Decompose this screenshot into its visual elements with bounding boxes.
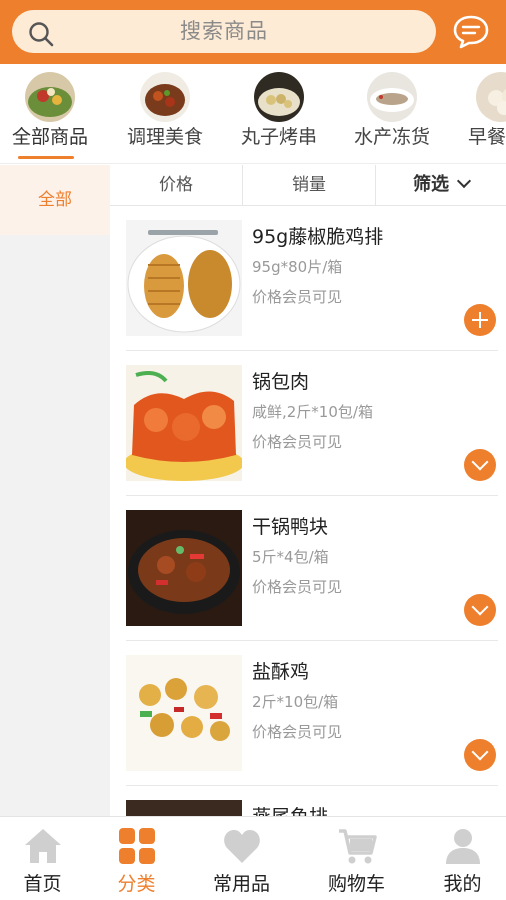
tab-category[interactable]: 分类 <box>86 817 187 900</box>
chevron-down-icon <box>471 743 489 761</box>
category-thumbnail <box>140 72 190 122</box>
product-name: 干锅鸭块 <box>252 516 329 538</box>
add-to-cart-button[interactable] <box>464 304 496 336</box>
expand-options-button[interactable] <box>464 739 496 771</box>
search-placeholder: 搜索商品 <box>180 19 268 43</box>
product-price: 价格会员可见 <box>252 578 343 596</box>
product-spec: 咸鲜,2斤*10包/箱 <box>252 403 373 421</box>
top-header: 搜索商品 <box>0 0 506 64</box>
filter-label: 筛选 <box>413 174 449 195</box>
subcategory-sidebar: 全部 <box>0 165 110 816</box>
category-label: 调理美食 <box>126 126 203 148</box>
product-item[interactable]: 干锅鸭块 5斤*4包/箱 价格会员可见 <box>110 496 506 641</box>
filter-button[interactable]: 筛选 <box>376 165 506 205</box>
product-image <box>126 220 242 336</box>
category-label: 早餐 <box>468 126 506 148</box>
sort-by-sales[interactable]: 销量 <box>243 165 376 205</box>
product-list: 95g藤椒脆鸡排 95g*80片/箱 价格会员可见 锅包肉 咸鲜,2斤*10包/… <box>110 206 506 816</box>
product-image <box>126 800 242 816</box>
product-image <box>126 365 242 481</box>
product-name: 锅包肉 <box>252 371 310 393</box>
product-name: 燕尾鱼排 <box>252 802 328 816</box>
search-input[interactable]: 搜索商品 <box>12 10 436 53</box>
tab-cart[interactable]: 购物车 <box>306 817 407 900</box>
category-tab-seafood[interactable]: 水产冻货 <box>337 64 447 163</box>
chevron-down-icon <box>471 453 489 471</box>
product-image <box>126 510 242 626</box>
category-tab-breakfast[interactable]: 早餐 <box>446 64 506 163</box>
cart-icon <box>338 829 377 864</box>
product-spec: 95g*80片/箱 <box>252 258 343 276</box>
product-name: 盐酥鸡 <box>252 661 310 683</box>
sort-bar: 价格 销量 筛选 <box>110 165 506 206</box>
category-tab-meatballs[interactable]: 丸子烤串 <box>224 64 334 163</box>
user-icon <box>445 829 480 864</box>
sort-sales-label: 销量 <box>292 175 326 195</box>
tab-label: 常用品 <box>212 873 270 895</box>
heart-icon <box>223 830 260 863</box>
category-grid-icon <box>118 828 155 864</box>
sidebar-item-all[interactable]: 全部 <box>0 165 110 235</box>
tab-label: 购物车 <box>327 873 385 895</box>
product-name: 95g藤椒脆鸡排 <box>252 226 384 248</box>
sidebar-item-label: 全部 <box>38 190 72 210</box>
category-label: 水产冻货 <box>353 126 430 148</box>
tab-home[interactable]: 首页 <box>0 817 93 900</box>
product-price: 价格会员可见 <box>252 433 343 451</box>
category-thumbnail <box>476 72 506 122</box>
tab-label: 我的 <box>443 873 482 895</box>
category-label: 丸子烤串 <box>240 126 317 148</box>
tab-label: 分类 <box>117 873 156 895</box>
product-price: 价格会员可见 <box>252 723 343 741</box>
tab-profile[interactable]: 我的 <box>412 817 506 900</box>
product-item[interactable]: 锅包肉 咸鲜,2斤*10包/箱 价格会员可见 <box>110 351 506 496</box>
plus-icon-stem <box>479 312 481 328</box>
category-strip: 全部商品 调理美食 丸子烤串 水产冻货 早餐 <box>0 64 506 164</box>
active-category-underline <box>18 156 74 159</box>
product-price: 价格会员可见 <box>252 288 343 306</box>
sort-by-price[interactable]: 价格 <box>110 165 243 205</box>
product-spec: 2斤*10包/箱 <box>252 693 339 711</box>
product-image <box>126 655 242 771</box>
product-item[interactable]: 95g藤椒脆鸡排 95g*80片/箱 价格会员可见 <box>110 206 506 351</box>
chevron-down-icon <box>471 598 489 616</box>
tab-favorites[interactable]: 常用品 <box>191 817 292 900</box>
sort-price-label: 价格 <box>159 175 193 195</box>
category-thumbnail <box>254 72 304 122</box>
tab-label: 首页 <box>23 873 62 895</box>
expand-options-button[interactable] <box>464 449 496 481</box>
expand-options-button[interactable] <box>464 594 496 626</box>
bottom-tab-bar: 首页 分类 常用品 购物车 我的 <box>0 816 506 900</box>
product-item[interactable]: 盐酥鸡 2斤*10包/箱 价格会员可见 <box>110 641 506 786</box>
category-thumbnail <box>367 72 417 122</box>
category-tab-prepared[interactable]: 调理美食 <box>110 64 220 163</box>
home-icon <box>24 829 61 863</box>
category-label: 全部商品 <box>11 126 88 148</box>
product-item[interactable]: 燕尾鱼排 <box>110 786 506 816</box>
category-thumbnail <box>25 72 75 122</box>
category-tab-all[interactable]: 全部商品 <box>0 64 105 163</box>
message-icon[interactable] <box>452 14 490 50</box>
chevron-down-icon <box>456 173 472 189</box>
product-spec: 5斤*4包/箱 <box>252 548 329 566</box>
